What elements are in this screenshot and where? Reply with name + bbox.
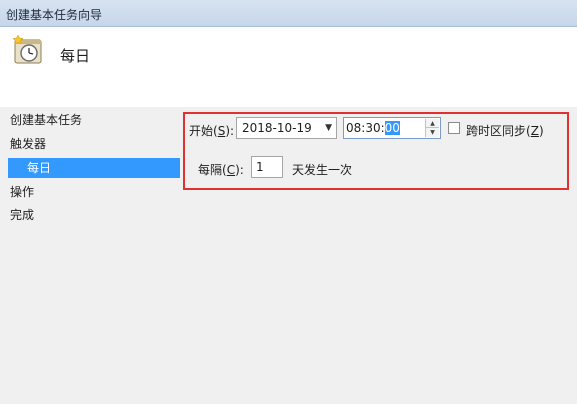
start-date-picker[interactable]: 2018-10-19 ▼ xyxy=(236,117,337,139)
page-title: 每日 xyxy=(60,47,91,65)
start-time-spinner[interactable]: 08:30:00 ▲ ▼ xyxy=(343,117,441,139)
spin-down-icon[interactable]: ▼ xyxy=(426,128,439,137)
clock-calendar-icon xyxy=(12,35,42,64)
title-bar: 创建基本任务向导 xyxy=(0,0,577,27)
wizard-nav: 创建基本任务 触发器 每日 操作 完成 xyxy=(0,107,182,404)
start-date-value: 2018-10-19 xyxy=(242,121,312,135)
wizard-content: 创建基本任务 触发器 每日 操作 完成 xyxy=(0,107,577,404)
time-spin-buttons: ▲ ▼ xyxy=(425,119,439,137)
sync-timezone-label[interactable]: 跨时区同步(Z) xyxy=(466,122,544,139)
interval-input[interactable]: 1 xyxy=(251,156,283,178)
spin-up-icon[interactable]: ▲ xyxy=(426,119,439,128)
nav-item-daily[interactable]: 每日 xyxy=(8,158,180,178)
window-title: 创建基本任务向导 xyxy=(6,8,103,22)
interval-label: 每隔(C): xyxy=(198,163,244,177)
nav-item-finish[interactable]: 完成 xyxy=(10,205,34,225)
nav-item-action[interactable]: 操作 xyxy=(10,182,34,202)
nav-item-create-basic-task[interactable]: 创建基本任务 xyxy=(10,110,82,130)
interval-value: 1 xyxy=(256,160,264,174)
time-selected-seconds[interactable]: 00 xyxy=(384,121,400,135)
start-label: 开始(S): xyxy=(189,124,235,138)
start-time-value[interactable]: 08:30:00 xyxy=(346,121,400,135)
sync-timezone-checkbox[interactable] xyxy=(448,122,460,134)
nav-item-trigger[interactable]: 触发器 xyxy=(10,134,46,154)
dropdown-arrow-icon[interactable]: ▼ xyxy=(325,123,332,133)
interval-unit-label: 天发生一次 xyxy=(292,163,353,177)
wizard-header: 每日 xyxy=(0,27,577,107)
